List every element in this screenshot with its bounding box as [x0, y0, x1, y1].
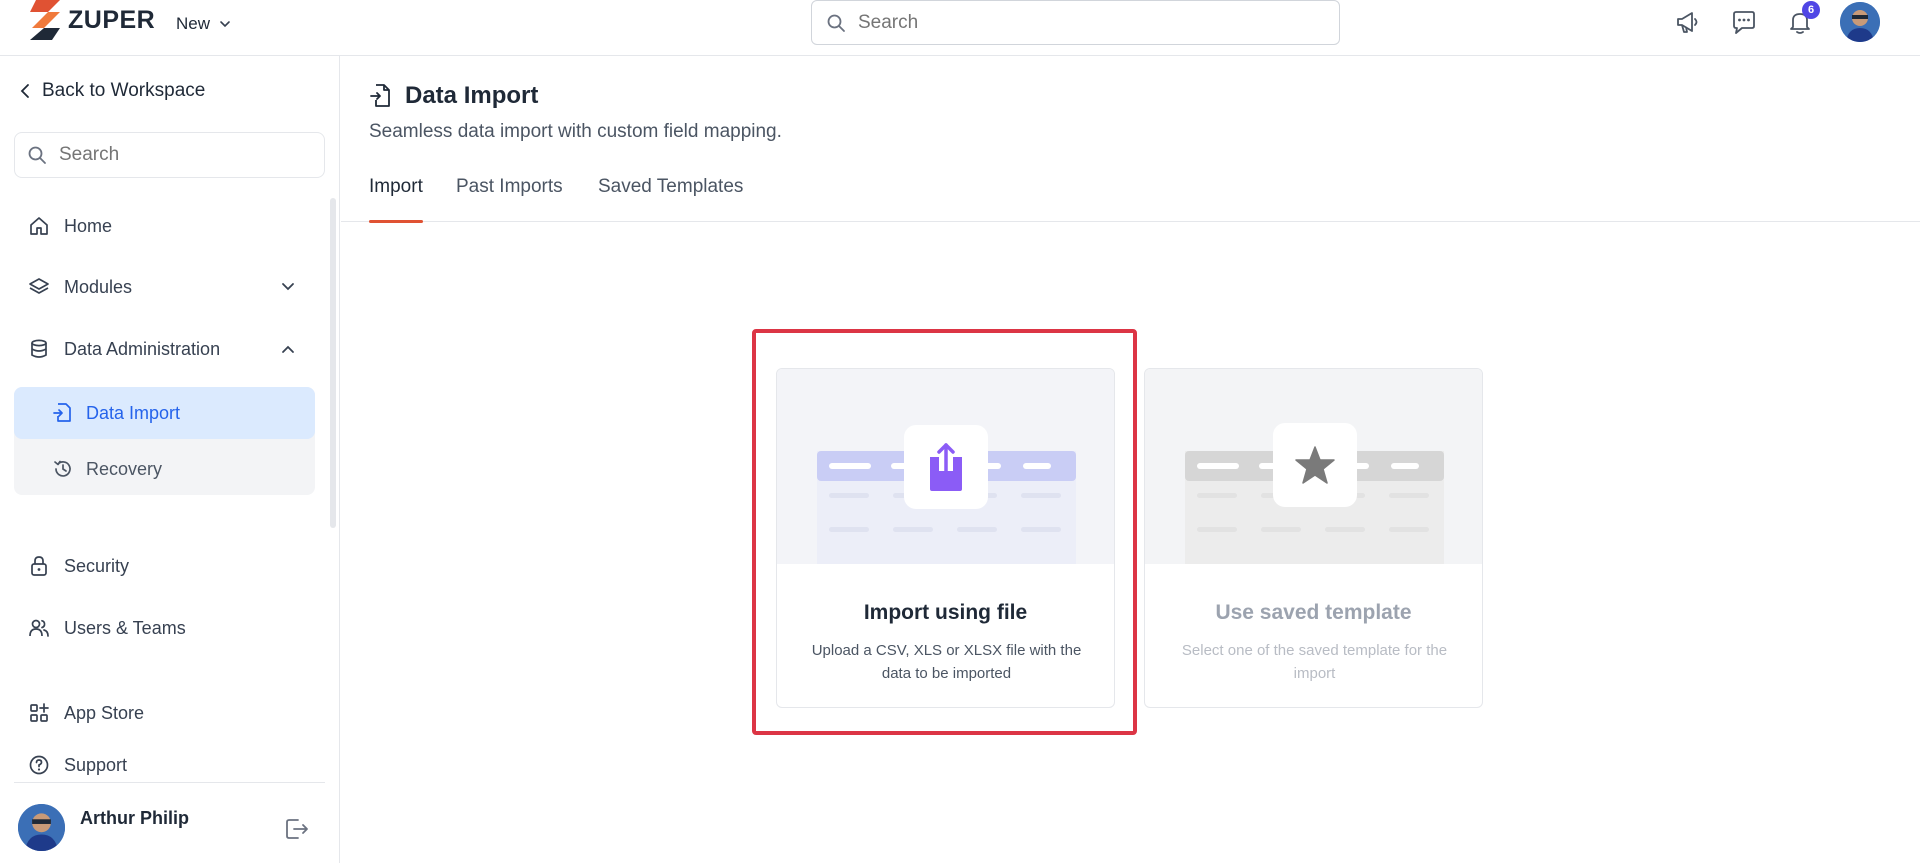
top-icon-bar: 6: [1672, 1, 1880, 42]
announcement-button[interactable]: [1672, 3, 1704, 41]
chat-icon: [1733, 11, 1755, 34]
sidebar-sub-item-label: Recovery: [86, 458, 163, 479]
brand-name: ZUPER: [68, 5, 156, 34]
sidebar-item-label: Modules: [64, 276, 133, 297]
sidebar-item-data-administration[interactable]: Data Administration: [28, 329, 220, 369]
top-bar: ZUPER New Search 6: [0, 0, 1920, 56]
megaphone-icon: [1677, 12, 1698, 33]
card-description: Select one of the saved template for the…: [1181, 642, 1448, 682]
lock-icon: [31, 556, 47, 576]
sidebar-item-security[interactable]: Security: [28, 546, 129, 586]
avatar-image: [1840, 2, 1880, 42]
page-subtitle: Seamless data import with custom field m…: [369, 121, 782, 142]
file-import-icon: [53, 403, 71, 422]
home-icon: [30, 217, 48, 235]
user-name: Arthur Philip: [80, 808, 189, 828]
sidebar-item-label: Security: [64, 555, 130, 576]
card-title: Import using file: [863, 601, 1028, 624]
sidebar-item-label: Home: [64, 215, 113, 236]
sidebar-scrollbar[interactable]: [330, 198, 336, 528]
tab-past-imports[interactable]: Past Imports: [456, 176, 563, 222]
chevron-up-icon[interactable]: [278, 339, 298, 359]
chevron-down-icon: [220, 21, 230, 28]
database-icon: [31, 339, 47, 358]
history-icon: [54, 460, 71, 477]
chat-button[interactable]: [1728, 3, 1760, 41]
zuper-logo-icon: [30, 0, 60, 40]
notification-count-badge: 6: [1802, 1, 1820, 19]
data-administration-submenu: Data Import Recovery: [14, 387, 315, 495]
tab-label: Saved Templates: [598, 176, 744, 197]
sidebar-item-home[interactable]: Home: [28, 206, 112, 246]
sidebar-item-label: Users & Teams: [64, 617, 186, 638]
grid-plus-icon: [30, 703, 49, 722]
new-menu-button[interactable]: New: [176, 10, 232, 38]
page-header: Data Import: [369, 82, 538, 110]
users-icon: [29, 619, 49, 637]
main-content: Data Import Seamless data import with cu…: [341, 56, 1920, 863]
avatar-image: [18, 804, 65, 851]
sidebar-search[interactable]: [14, 132, 325, 178]
notifications-button[interactable]: 6: [1784, 1, 1820, 41]
layers-icon: [29, 278, 49, 294]
sidebar-item-recovery[interactable]: Recovery: [14, 443, 315, 495]
user-profile-row: Arthur Philip: [18, 804, 318, 854]
card-illustration: [777, 369, 1114, 564]
star-icon: [1295, 446, 1335, 484]
search-icon: [28, 146, 46, 164]
sidebar-item-data-import[interactable]: Data Import: [14, 387, 315, 439]
upload-icon: [930, 443, 962, 491]
sidebar-sub-item-label: Data Import: [86, 402, 181, 423]
brand-logo[interactable]: ZUPER: [26, 0, 155, 40]
help-circle-icon: [29, 755, 49, 775]
back-to-workspace-link[interactable]: Back to Workspace: [18, 80, 205, 102]
sidebar-search-input[interactable]: [59, 144, 299, 166]
sidebar-item-label: Support: [64, 754, 128, 775]
sidebar: Back to Workspace Home Modules Data: [0, 56, 340, 863]
back-to-workspace-label: Back to Workspace: [42, 80, 206, 101]
import-using-file-card[interactable]: Import using file Upload a CSV, XLS or X…: [776, 368, 1115, 708]
global-search-input[interactable]: [858, 11, 1298, 34]
tab-saved-templates[interactable]: Saved Templates: [598, 176, 743, 222]
sidebar-item-modules[interactable]: Modules: [28, 267, 132, 307]
logout-icon[interactable]: [284, 816, 310, 842]
file-import-icon: [370, 84, 390, 107]
search-icon: [827, 14, 845, 32]
sidebar-item-users-teams[interactable]: Users & Teams: [28, 608, 186, 648]
card-title: Use saved template: [1215, 601, 1412, 624]
new-label: New: [176, 14, 211, 33]
user-avatar-top[interactable]: [1840, 2, 1880, 42]
global-search[interactable]: [811, 0, 1340, 45]
tab-label: Past Imports: [456, 176, 563, 197]
card-description: Upload a CSV, XLS or XLSX file with the …: [811, 642, 1082, 682]
sidebar-item-support[interactable]: Support: [28, 745, 127, 785]
card-illustration: [1145, 369, 1482, 564]
sidebar-item-label: App Store: [64, 702, 145, 723]
active-tab-indicator: [369, 220, 423, 223]
tab-label: Import: [369, 176, 423, 197]
page-title: Data Import: [405, 82, 539, 109]
chevron-left-icon: [20, 84, 29, 98]
tab-import[interactable]: Import: [369, 176, 423, 223]
avatar[interactable]: [18, 804, 65, 851]
chevron-down-icon[interactable]: [278, 277, 298, 297]
sidebar-item-app-store[interactable]: App Store: [28, 693, 144, 733]
tab-bar: Import Past Imports Saved Templates: [341, 160, 1920, 223]
sidebar-item-label: Data Administration: [64, 338, 221, 359]
sidebar-divider: [14, 782, 325, 783]
use-saved-template-card[interactable]: Use saved template Select one of the sav…: [1144, 368, 1483, 708]
